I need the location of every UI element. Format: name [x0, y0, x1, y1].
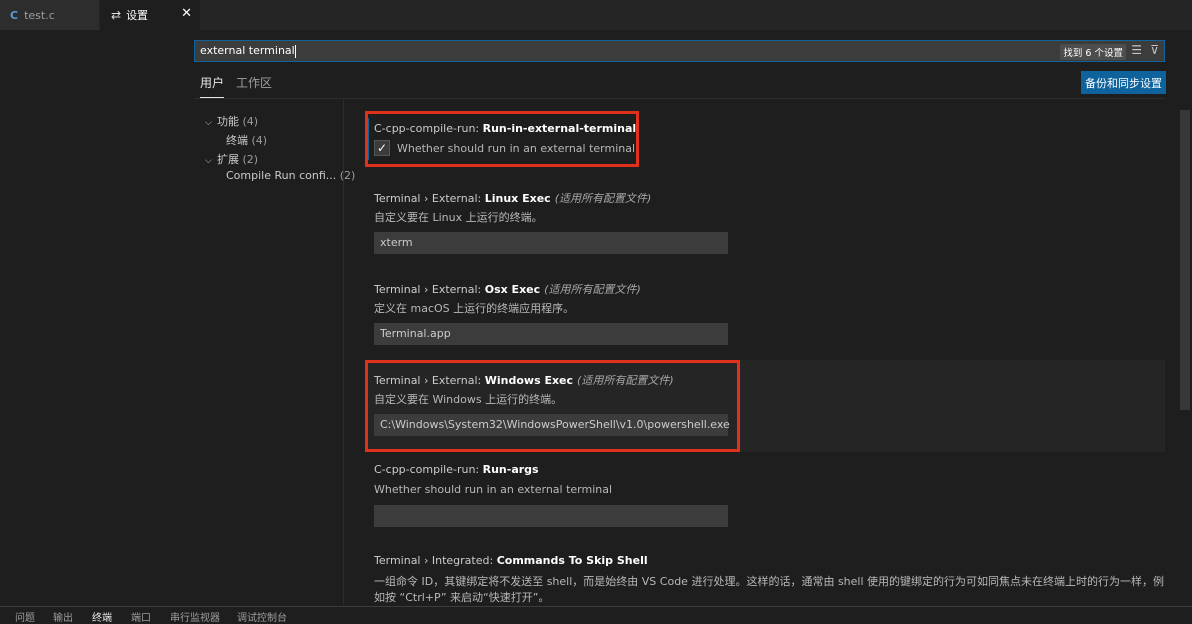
- setting-commands-to-skip-shell: Terminal › Integrated: Commands To Skip …: [365, 544, 1165, 606]
- setting-description: 定义在 macOS 上运行的终端应用程序。: [374, 302, 575, 315]
- linux-exec-input[interactable]: xterm: [374, 232, 728, 254]
- clear-filter-icon[interactable]: ☰: [1131, 43, 1142, 57]
- tab-label: test.c: [24, 8, 55, 22]
- setting-title: C-cpp-compile-run: Run-args: [374, 463, 539, 476]
- tab-user-settings[interactable]: 用户: [200, 74, 225, 98]
- tab-label: 设置: [126, 9, 149, 22]
- toc-item-terminal[interactable]: 终端 (4): [226, 132, 267, 148]
- osx-exec-input[interactable]: Terminal.app: [374, 323, 728, 345]
- setting-description: 一组命令 ID，其键绑定将不发送至 shell，而是始终由 VS Code 进行…: [374, 575, 1165, 588]
- tab-settings[interactable]: ⇄ 设置 ✕: [100, 0, 200, 30]
- setting-title: Terminal › External: Osx Exec (适用所有配置文件): [374, 283, 641, 296]
- toc-item-compile-run[interactable]: Compile Run confi... (2): [226, 169, 355, 182]
- highlight-box: [365, 360, 740, 452]
- settings-icon: ⇄: [111, 8, 122, 22]
- setting-description-continued: 如按 “Ctrl+P” 来启动“快速打开”。: [374, 591, 550, 604]
- run-args-input[interactable]: [374, 505, 728, 527]
- setting-description: Whether should run in an external termin…: [374, 483, 613, 496]
- results-count-badge: 找到 6 个设置: [1060, 44, 1126, 60]
- highlight-box: [365, 111, 639, 167]
- text-cursor: [294, 44, 296, 58]
- setting-description: 自定义要在 Linux 上运行的终端。: [374, 211, 543, 224]
- setting-title: Terminal › External: Linux Exec (适用所有配置文件…: [374, 192, 652, 205]
- setting-linux-exec: Terminal › External: Linux Exec (适用所有配置文件…: [365, 180, 1165, 270]
- toc-item-extensions[interactable]: ⌵ 扩展 (2): [205, 151, 258, 167]
- close-icon[interactable]: ✕: [181, 6, 192, 21]
- setting-run-args: C-cpp-compile-run: Run-args Whether shou…: [365, 453, 1165, 543]
- divider: [194, 98, 1165, 99]
- search-value: external terminal: [200, 44, 296, 58]
- setting-title: Terminal › Integrated: Commands To Skip …: [374, 554, 648, 567]
- editor-tab-bar: C test.c ⇄ 设置 ✕: [0, 0, 1192, 30]
- scrollbar-thumb[interactable]: [1180, 110, 1190, 410]
- chevron-down-icon: ⌵: [205, 156, 212, 166]
- c-file-icon: C: [10, 8, 19, 22]
- setting-osx-exec: Terminal › External: Osx Exec (适用所有配置文件) …: [365, 271, 1165, 361]
- chevron-down-icon: ⌵: [205, 118, 212, 128]
- tab-workspace-settings[interactable]: 工作区: [236, 74, 272, 97]
- backup-sync-button[interactable]: 备份和同步设置: [1081, 71, 1166, 94]
- filter-icon[interactable]: ⊽: [1150, 43, 1159, 57]
- tab-test-c[interactable]: C test.c: [0, 0, 100, 30]
- toc-item-features[interactable]: ⌵ 功能 (4): [205, 113, 258, 129]
- toc-separator: [343, 100, 344, 605]
- settings-search-input[interactable]: external terminal 找到 6 个设置 ☰ ⊽: [194, 40, 1165, 62]
